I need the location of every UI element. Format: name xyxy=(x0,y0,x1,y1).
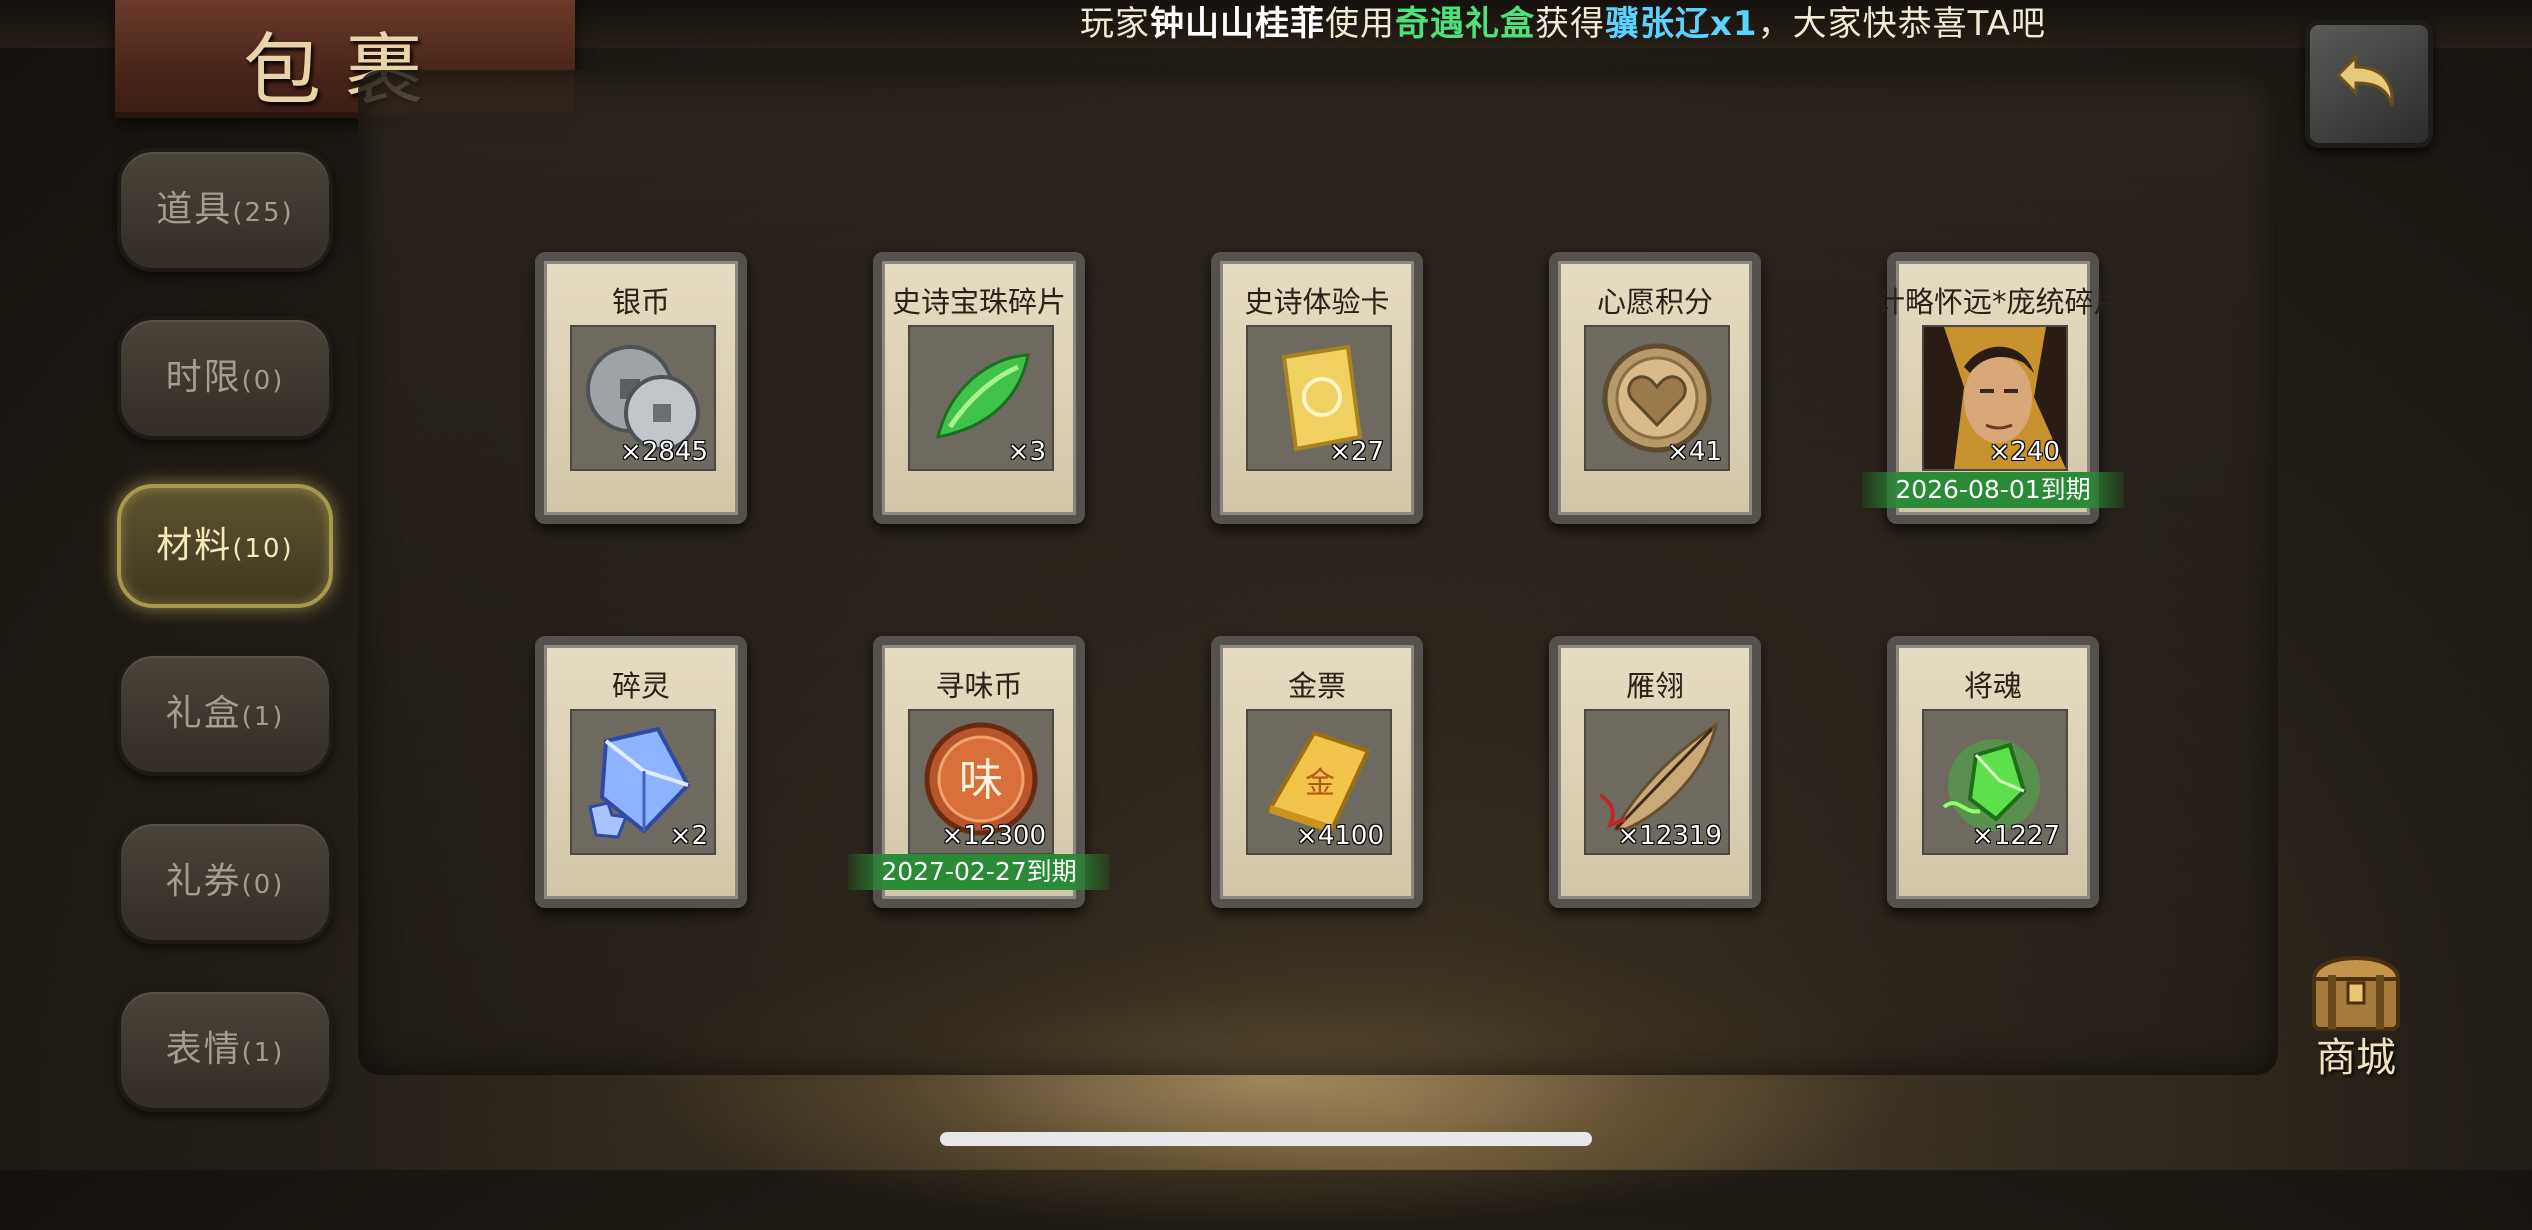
broadcast-suffix: ，大家快恭喜TA吧 xyxy=(1757,4,2046,44)
item-count: ×4100 xyxy=(1296,821,1384,851)
item-count: ×41 xyxy=(1667,437,1722,467)
item-slot: ×2 xyxy=(570,709,716,855)
item-name: 金票 xyxy=(1287,669,1346,703)
item-slot: ×3 xyxy=(908,325,1054,471)
back-arrow-icon xyxy=(2335,53,2394,106)
tab-gift-boxes[interactable]: 礼盒(1) xyxy=(117,652,333,776)
tab-count: (1) xyxy=(241,702,285,732)
item-slot: 味 ×12300 xyxy=(908,709,1054,855)
item-card-gold-ticket[interactable]: 金票 金 ×4100 xyxy=(1211,636,1423,908)
item-name: 碎灵 xyxy=(611,669,670,703)
item-name: 雁翎 xyxy=(1625,669,1684,703)
item-card-epic-orb-shard[interactable]: 史诗宝珠碎片 ×3 xyxy=(873,252,1085,524)
tab-count: (1) xyxy=(241,1038,285,1068)
item-count: ×12300 xyxy=(941,821,1047,851)
tab-label: 道具 xyxy=(156,189,233,230)
item-slot: ×12319 xyxy=(1584,709,1730,855)
item-slot: ×27 xyxy=(1246,325,1392,471)
item-name: 银币 xyxy=(611,285,670,319)
item-count: ×1227 xyxy=(1972,821,2060,851)
item-count: ×3 xyxy=(1007,437,1046,467)
item-card-goose-feather[interactable]: 雁翎 ×12319 xyxy=(1549,636,1761,908)
shop-label: 商城 xyxy=(2316,1035,2396,1081)
broadcast-prefix: 玩家 xyxy=(1080,4,1150,44)
tab-count: (0) xyxy=(241,870,285,900)
shop-button[interactable]: 商城 xyxy=(2292,945,2420,1081)
item-name: 史诗体验卡 xyxy=(1244,285,1390,319)
item-name: 寻味币 xyxy=(935,669,1023,703)
item-card-wish-points[interactable]: 心愿积分 ×41 xyxy=(1549,252,1761,524)
scroll-character: 金 xyxy=(1305,766,1335,801)
broadcast-item-used: 奇遇礼盒 xyxy=(1395,4,1535,44)
broadcast-player: 钟山山桂菲 xyxy=(1150,4,1325,44)
item-name: 心愿积分 xyxy=(1596,285,1713,319)
item-count: ×12319 xyxy=(1617,821,1723,851)
tab-label: 表情 xyxy=(165,1029,242,1070)
item-grid-panel xyxy=(358,70,2278,1075)
item-card-spirit-fragment[interactable]: 碎灵 ×2 xyxy=(535,636,747,908)
tab-label: 礼盒 xyxy=(165,693,242,734)
home-indicator[interactable] xyxy=(940,1132,1592,1146)
item-name: 计略怀远*庞统碎片 xyxy=(1876,285,2123,319)
item-count: ×27 xyxy=(1329,437,1384,467)
item-card-epic-trial-card[interactable]: 史诗体验卡 ×27 xyxy=(1211,252,1423,524)
tab-label: 礼券 xyxy=(165,861,242,902)
tab-label: 材料 xyxy=(156,525,233,566)
tab-timed[interactable]: 时限(0) xyxy=(117,316,333,440)
item-count: ×240 xyxy=(1988,437,2060,467)
item-slot: ×240 xyxy=(1922,325,2068,471)
tab-count: (25) xyxy=(232,198,294,228)
item-card-silver-coin[interactable]: 银币 ×2845 xyxy=(535,252,747,524)
broadcast-message: 玩家钟山山桂菲使用奇遇礼盒获得骥张辽x1，大家快恭喜TA吧 xyxy=(1080,2,2046,46)
tab-materials[interactable]: 材料(10) xyxy=(117,484,333,608)
item-name: 将魂 xyxy=(1963,669,2022,703)
item-slot: ×1227 xyxy=(1922,709,2068,855)
tab-items[interactable]: 道具(25) xyxy=(117,148,333,272)
item-slot: ×41 xyxy=(1584,325,1730,471)
tab-count: (10) xyxy=(232,534,294,564)
item-name: 史诗宝珠碎片 xyxy=(891,285,1066,319)
broadcast-reward: 骥张辽x1 xyxy=(1605,4,1758,44)
broadcast-mid2: 获得 xyxy=(1535,4,1605,44)
tab-emotes[interactable]: 表情(1) xyxy=(117,988,333,1112)
tab-count: (0) xyxy=(241,366,285,396)
item-count: ×2845 xyxy=(620,437,708,467)
broadcast-mid1: 使用 xyxy=(1325,4,1395,44)
coin-character: 味 xyxy=(959,755,1003,806)
tab-label: 时限 xyxy=(165,357,242,398)
tab-vouchers[interactable]: 礼券(0) xyxy=(117,820,333,944)
item-slot: 金 ×4100 xyxy=(1246,709,1392,855)
expiry-badge: 2027-02-27到期 xyxy=(848,854,1110,890)
item-count: ×2 xyxy=(669,821,708,851)
expiry-badge: 2026-08-01到期 xyxy=(1862,472,2124,508)
item-slot: ×2845 xyxy=(570,325,716,471)
back-button[interactable] xyxy=(2305,20,2433,148)
item-card-general-soul[interactable]: 将魂 ×1227 xyxy=(1887,636,2099,908)
treasure-chest-icon xyxy=(2311,956,2401,1031)
